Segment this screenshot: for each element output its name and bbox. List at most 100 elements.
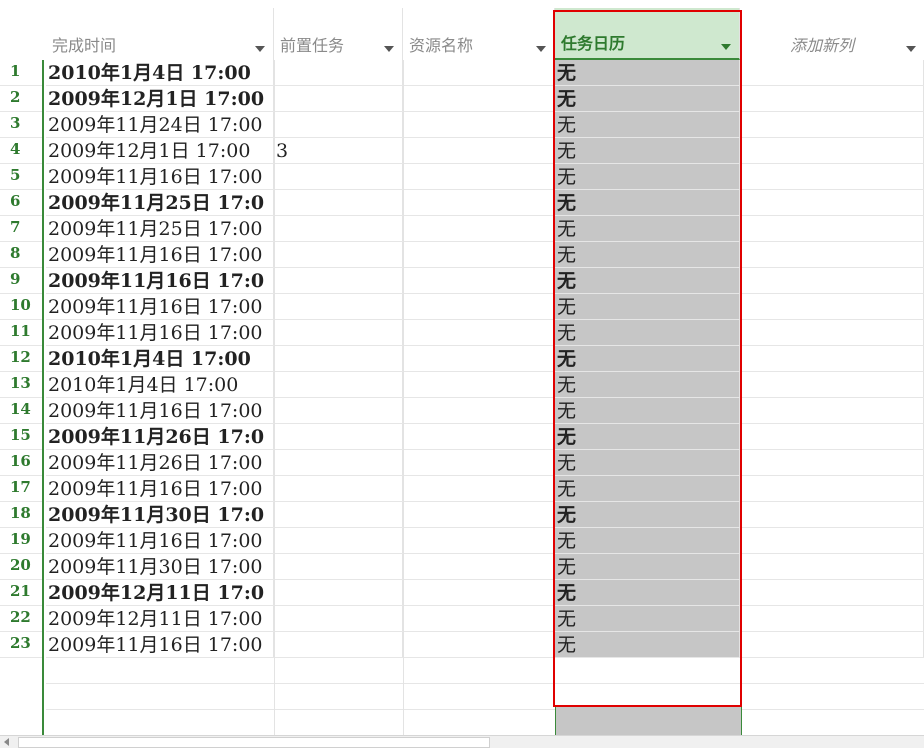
table-row[interactable]: 2010年1月4日 17:00 无 <box>46 372 924 398</box>
cell-task-calendar[interactable]: 无 <box>555 216 740 241</box>
cell-finish-time[interactable]: 2009年11月24日 17:00 <box>46 112 274 137</box>
cell-finish-time[interactable]: 2010年1月4日 17:00 <box>46 346 274 371</box>
cell-predecessors[interactable] <box>274 86 403 111</box>
column-header-predecessors[interactable]: 前置任务 <box>274 8 403 60</box>
row-number[interactable]: 8 <box>0 242 42 268</box>
cell-task-calendar[interactable]: 无 <box>555 450 740 475</box>
cell-resource-names[interactable] <box>403 606 555 631</box>
cell-predecessors[interactable] <box>274 476 403 501</box>
dropdown-arrow-icon[interactable] <box>536 46 546 52</box>
cell-add-new-column[interactable] <box>740 580 924 605</box>
table-row[interactable]: 2009年11月30日 17:0 无 <box>46 502 924 528</box>
table-row[interactable]: 2009年11月16日 17:00 无 <box>46 398 924 424</box>
dropdown-arrow-icon[interactable] <box>384 46 394 52</box>
row-number[interactable]: 19 <box>0 528 42 554</box>
cell-predecessors[interactable] <box>274 450 403 475</box>
table-row[interactable]: 2009年11月30日 17:00 无 <box>46 554 924 580</box>
cell-finish-time[interactable]: 2009年11月16日 17:00 <box>46 164 274 189</box>
cell-finish-time[interactable]: 2009年11月16日 17:00 <box>46 632 274 657</box>
column-header-add-new-column[interactable]: 添加新列 <box>740 8 924 60</box>
table-row[interactable]: 2009年11月24日 17:00 无 <box>46 112 924 138</box>
cell-predecessors[interactable] <box>274 320 403 345</box>
cell-task-calendar[interactable]: 无 <box>555 294 740 319</box>
cell-task-calendar[interactable]: 无 <box>555 268 740 293</box>
cell-predecessors[interactable] <box>274 294 403 319</box>
cell-resource-names[interactable] <box>403 112 555 137</box>
cell-predecessors[interactable] <box>274 502 403 527</box>
cell-resource-names[interactable] <box>403 86 555 111</box>
empty-row[interactable] <box>46 658 924 684</box>
cell-add-new-column[interactable] <box>740 346 924 371</box>
cell-add-new-column[interactable] <box>740 554 924 579</box>
cell-predecessors[interactable] <box>274 190 403 215</box>
cell-resource-names[interactable] <box>403 346 555 371</box>
scroll-left-icon[interactable] <box>4 738 9 746</box>
cell-add-new-column[interactable] <box>740 86 924 111</box>
cell-finish-time[interactable]: 2009年11月16日 17:00 <box>46 398 274 423</box>
table-row[interactable]: 2009年12月1日 17:00 3 无 <box>46 138 924 164</box>
cell-add-new-column[interactable] <box>740 476 924 501</box>
row-number[interactable]: 6 <box>0 190 42 216</box>
cell-task-calendar[interactable]: 无 <box>555 398 740 423</box>
table-row[interactable]: 2009年11月25日 17:00 无 <box>46 216 924 242</box>
cell-add-new-column[interactable] <box>740 216 924 241</box>
cell-add-new-column[interactable] <box>740 424 924 449</box>
table-row[interactable]: 2009年11月16日 17:00 无 <box>46 632 924 658</box>
column-header-finish-time[interactable]: 完成时间 <box>46 8 274 60</box>
cell-predecessors[interactable] <box>274 606 403 631</box>
cell-task-calendar[interactable]: 无 <box>555 60 740 85</box>
table-row[interactable]: 2009年11月16日 17:00 无 <box>46 320 924 346</box>
cell-predecessors[interactable] <box>274 60 403 85</box>
cell-predecessors[interactable] <box>274 398 403 423</box>
cell-resource-names[interactable] <box>403 632 555 657</box>
cell-task-calendar[interactable]: 无 <box>555 112 740 137</box>
empty-row[interactable] <box>46 710 924 736</box>
cell-resource-names[interactable] <box>403 60 555 85</box>
cell-finish-time[interactable]: 2009年11月25日 17:00 <box>46 216 274 241</box>
cell-add-new-column[interactable] <box>740 372 924 397</box>
empty-row[interactable] <box>46 684 924 710</box>
row-number[interactable]: 5 <box>0 164 42 190</box>
cell-add-new-column[interactable] <box>740 398 924 423</box>
cell-add-new-column[interactable] <box>740 190 924 215</box>
cell-resource-names[interactable] <box>403 242 555 267</box>
row-number[interactable]: 3 <box>0 112 42 138</box>
row-number[interactable]: 7 <box>0 216 42 242</box>
cell-add-new-column[interactable] <box>740 320 924 345</box>
row-number[interactable]: 2 <box>0 86 42 112</box>
cell-resource-names[interactable] <box>403 372 555 397</box>
table-row[interactable]: 2009年11月26日 17:00 无 <box>46 450 924 476</box>
cell-add-new-column[interactable] <box>740 60 924 85</box>
row-number[interactable]: 17 <box>0 476 42 502</box>
cell-task-calendar[interactable]: 无 <box>555 242 740 267</box>
row-number[interactable]: 15 <box>0 424 42 450</box>
cell-finish-time[interactable]: 2009年11月30日 17:0 <box>46 502 274 527</box>
table-row[interactable]: 2009年11月16日 17:00 无 <box>46 476 924 502</box>
row-number[interactable]: 12 <box>0 346 42 372</box>
row-number[interactable]: 9 <box>0 268 42 294</box>
cell-add-new-column[interactable] <box>740 450 924 475</box>
table-row[interactable]: 2009年11月16日 17:00 无 <box>46 528 924 554</box>
cell-finish-time[interactable]: 2009年12月11日 17:00 <box>46 606 274 631</box>
cell-finish-time[interactable]: 2009年11月16日 17:00 <box>46 242 274 267</box>
cell-task-calendar[interactable]: 无 <box>555 476 740 501</box>
cell-task-calendar[interactable]: 无 <box>555 86 740 111</box>
cell-task-calendar[interactable]: 无 <box>555 138 740 163</box>
cell-finish-time[interactable]: 2010年1月4日 17:00 <box>46 372 274 397</box>
table-row[interactable]: 2009年12月11日 17:0 无 <box>46 580 924 606</box>
cell-add-new-column[interactable] <box>740 242 924 267</box>
cell-add-new-column[interactable] <box>740 268 924 293</box>
cell-predecessors[interactable] <box>274 424 403 449</box>
dropdown-arrow-icon[interactable] <box>906 46 916 52</box>
table-row[interactable]: 2009年11月16日 17:00 无 <box>46 164 924 190</box>
cell-resource-names[interactable] <box>403 190 555 215</box>
cell-add-new-column[interactable] <box>740 528 924 553</box>
cell-add-new-column[interactable] <box>740 164 924 189</box>
row-number[interactable]: 11 <box>0 320 42 346</box>
cell-predecessors[interactable] <box>274 580 403 605</box>
table-row[interactable]: 2009年12月1日 17:00 无 <box>46 86 924 112</box>
row-number[interactable]: 22 <box>0 606 42 632</box>
cell-resource-names[interactable] <box>403 320 555 345</box>
cell-add-new-column[interactable] <box>740 606 924 631</box>
row-number[interactable]: 18 <box>0 502 42 528</box>
